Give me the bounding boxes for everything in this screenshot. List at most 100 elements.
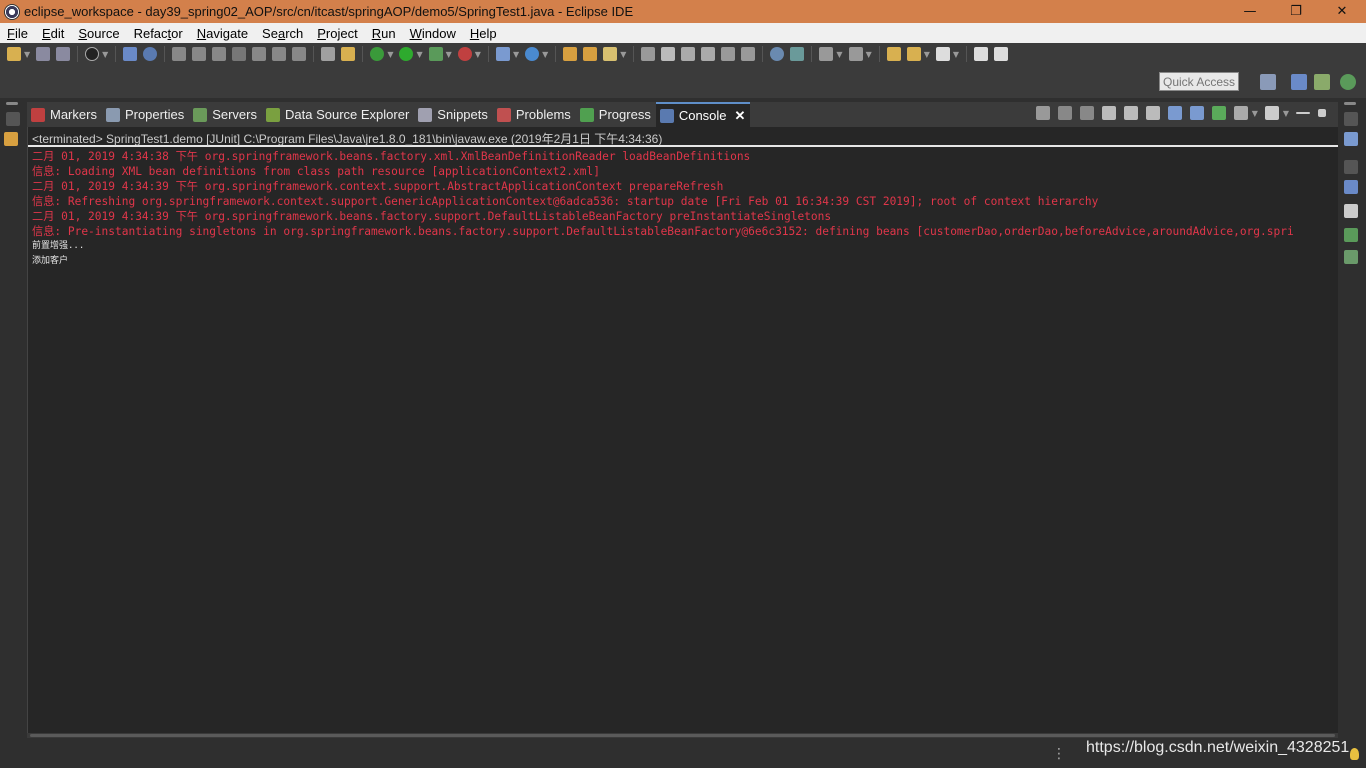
tab-data-source-explorer[interactable]: Data Source Explorer: [262, 102, 414, 127]
tab-progress[interactable]: Progress: [576, 102, 656, 127]
tab-problems[interactable]: Problems: [493, 102, 576, 127]
menu-item[interactable]: Search: [255, 26, 310, 41]
word-wrap-icon[interactable]: [721, 47, 736, 61]
block-selection-icon[interactable]: [701, 47, 716, 61]
run-icon[interactable]: [399, 47, 414, 61]
step-into-icon[interactable]: [252, 47, 267, 61]
scrollbar-thumb[interactable]: [30, 734, 1335, 737]
clear-console-icon[interactable]: [1101, 106, 1116, 120]
tab-markers[interactable]: Markers: [27, 102, 102, 127]
minimized-view-icon[interactable]: [1344, 160, 1358, 174]
javadoc-icon[interactable]: [1344, 204, 1358, 218]
back-icon[interactable]: [906, 47, 921, 61]
toggle-breadcrumb-icon[interactable]: [681, 47, 696, 61]
new-java-package-icon[interactable]: [495, 47, 510, 61]
disconnect-icon[interactable]: [232, 47, 247, 61]
chevron-down-icon[interactable]: ▼: [416, 50, 422, 59]
resume-icon[interactable]: [172, 47, 187, 61]
java-ee-perspective-icon[interactable]: [1291, 74, 1307, 90]
previous-annotation-icon[interactable]: [848, 47, 863, 61]
close-icon[interactable]: ✕: [735, 108, 746, 124]
quick-access-input[interactable]: [1159, 72, 1239, 91]
next-annotation-icon[interactable]: [819, 47, 834, 61]
chevron-down-icon[interactable]: ▼: [24, 50, 30, 59]
forward-icon[interactable]: [935, 47, 950, 61]
external-tools-icon[interactable]: [457, 47, 472, 61]
tab-snippets[interactable]: Snippets: [414, 102, 493, 127]
new-icon[interactable]: [7, 47, 21, 61]
package-explorer-icon[interactable]: [4, 132, 18, 146]
menu-item[interactable]: Navigate: [190, 26, 255, 41]
debug-icon[interactable]: [370, 47, 385, 61]
console-view[interactable]: <terminated> SpringTest1.demo [JUnit] C:…: [27, 127, 1338, 735]
drop-to-frame-icon[interactable]: [321, 47, 336, 61]
word-wrap-icon[interactable]: [1145, 106, 1160, 120]
close-window-button[interactable]: ✕: [1319, 0, 1365, 23]
terminate-icon[interactable]: [1035, 106, 1050, 120]
minimized-view-icon[interactable]: [1344, 112, 1358, 126]
save-icon[interactable]: [36, 47, 51, 61]
chevron-down-icon[interactable]: ▼: [542, 50, 548, 59]
minimize-view-icon[interactable]: [1296, 112, 1310, 114]
restore-dots-icon[interactable]: [1344, 102, 1356, 105]
last-edit-location-icon[interactable]: [886, 47, 901, 61]
redo-icon[interactable]: [994, 47, 1009, 61]
task-list-icon[interactable]: [1344, 180, 1358, 194]
chevron-down-icon[interactable]: ▼: [924, 50, 930, 59]
menu-item[interactable]: Project: [310, 26, 364, 41]
debug-target-icon[interactable]: [85, 47, 100, 61]
chevron-down-icon[interactable]: ▼: [475, 50, 481, 59]
tab-servers[interactable]: Servers: [189, 102, 262, 127]
maximize-view-icon[interactable]: [1318, 109, 1326, 117]
remove-all-terminated-icon[interactable]: [1079, 106, 1094, 120]
coverage-icon[interactable]: [428, 47, 443, 61]
search-icon[interactable]: [603, 47, 618, 61]
menu-item[interactable]: Refactor: [127, 26, 190, 41]
open-task-icon[interactable]: [583, 47, 598, 61]
show-console-stdout-icon[interactable]: [1167, 106, 1182, 120]
open-console-icon[interactable]: [1264, 106, 1279, 120]
step-over-icon[interactable]: [272, 47, 287, 61]
maximize-button[interactable]: ❐: [1273, 0, 1319, 23]
show-whitespace-icon[interactable]: [741, 47, 756, 61]
chevron-down-icon[interactable]: ▼: [620, 50, 626, 59]
new-java-class-icon[interactable]: [525, 47, 540, 61]
chevron-down-icon[interactable]: ▼: [446, 50, 452, 59]
chevron-down-icon[interactable]: ▼: [1252, 109, 1258, 118]
menu-item[interactable]: Source: [71, 26, 126, 41]
chevron-down-icon[interactable]: ▼: [387, 50, 393, 59]
step-return-icon[interactable]: [292, 47, 307, 61]
junit-icon[interactable]: [1344, 228, 1358, 242]
outline-icon[interactable]: [1344, 132, 1358, 146]
menu-item[interactable]: Help: [463, 26, 504, 41]
skip-breakpoints-icon[interactable]: [143, 47, 158, 61]
debug-perspective-icon[interactable]: [1340, 74, 1356, 90]
minimized-view-icon[interactable]: [6, 112, 20, 126]
toggle-edit-icon[interactable]: [661, 47, 676, 61]
undo-icon[interactable]: [974, 47, 989, 61]
tab-properties[interactable]: Properties: [102, 102, 189, 127]
chevron-down-icon[interactable]: ▼: [836, 50, 842, 59]
menu-item[interactable]: Window: [403, 26, 463, 41]
chevron-down-icon[interactable]: ▼: [866, 50, 872, 59]
menu-item[interactable]: Edit: [35, 26, 71, 41]
server-icon[interactable]: [790, 47, 805, 61]
open-type-icon[interactable]: [563, 47, 578, 61]
suspend-icon[interactable]: [192, 47, 207, 61]
chevron-down-icon[interactable]: ▼: [1283, 109, 1289, 118]
minimize-button[interactable]: —: [1227, 0, 1273, 23]
open-perspective-icon[interactable]: [1260, 74, 1276, 90]
display-console-icon[interactable]: [1233, 106, 1248, 120]
pin-console-icon[interactable]: [1211, 106, 1226, 120]
web-browser-icon[interactable]: [770, 47, 785, 61]
task-icon[interactable]: [123, 47, 138, 61]
console-output[interactable]: 二月 01, 2019 4:34:38 下午 org.springframewo…: [28, 147, 1338, 271]
scroll-lock-icon[interactable]: [1123, 106, 1138, 120]
terminate-icon[interactable]: [212, 47, 227, 61]
show-console-stderr-icon[interactable]: [1189, 106, 1204, 120]
call-hierarchy-icon[interactable]: [1344, 250, 1358, 264]
chevron-down-icon[interactable]: ▼: [953, 50, 959, 59]
menu-item[interactable]: File: [0, 26, 35, 41]
toggle-mark-occurrences-icon[interactable]: [641, 47, 656, 61]
chevron-down-icon[interactable]: ▼: [513, 50, 519, 59]
